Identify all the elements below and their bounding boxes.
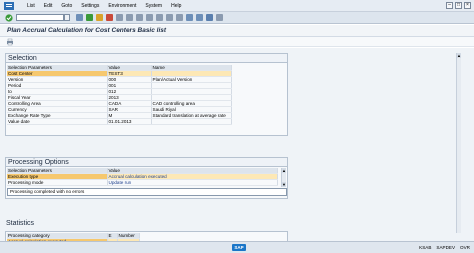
maximize-icon[interactable]: □ [455, 2, 462, 9]
status-transaction: KSAB [419, 245, 432, 250]
back-icon[interactable] [86, 14, 93, 21]
cell [151, 118, 232, 125]
selection-header: Selection [6, 54, 287, 63]
minimize-icon[interactable]: – [446, 2, 453, 9]
layout-icon[interactable] [216, 14, 223, 21]
menu-environment[interactable]: Environment [108, 3, 136, 9]
table-row[interactable]: Processing mode Update run [7, 179, 278, 186]
cell: 01.01.2013 [107, 118, 152, 125]
first-page-icon[interactable] [146, 14, 153, 21]
last-page-icon[interactable] [176, 14, 183, 21]
command-dropdown-icon[interactable] [64, 14, 70, 21]
status-system: SAPDEV [436, 245, 456, 250]
find-icon[interactable] [126, 14, 133, 21]
sap-logo: SAP [232, 244, 246, 251]
cancel-icon[interactable] [106, 14, 113, 21]
scroll-down-icon[interactable]: ▼ [282, 182, 286, 187]
title-bar: Plan Accrual Calculation for Cost Center… [0, 25, 474, 37]
previous-page-icon[interactable] [156, 14, 163, 21]
next-page-icon[interactable] [166, 14, 173, 21]
save-icon[interactable] [76, 14, 83, 21]
exit-icon[interactable] [96, 14, 103, 21]
help-icon[interactable] [206, 14, 213, 21]
processing-header: Processing Options [6, 158, 287, 167]
application-toolbar [0, 37, 474, 47]
cell: Processing mode [7, 179, 108, 186]
menu-goto[interactable]: Goto [61, 3, 72, 9]
cell-link[interactable]: Update run [107, 179, 278, 186]
menu-help[interactable]: Help [171, 3, 181, 9]
page-title: Plan Accrual Calculation for Cost Center… [7, 27, 167, 34]
processing-table: Selection Parameters Value Execution typ… [7, 168, 278, 186]
menu-settings[interactable]: Settings [81, 3, 99, 9]
printer-icon[interactable] [6, 38, 14, 46]
table-row[interactable]: Value date 01.01.2013 [7, 118, 232, 125]
scroll-up-icon[interactable]: ▲ [457, 53, 461, 58]
menu-system[interactable]: System [145, 3, 162, 9]
main-area: Selection Selection Parameters Value Nam… [0, 48, 474, 251]
menu-bar: List Edit Goto Settings Environment Syst… [0, 0, 474, 12]
cell: Standard translation at average rate [151, 112, 232, 119]
selection-table: Selection Parameters Value Name Cost Cen… [7, 65, 232, 125]
new-session-icon[interactable] [186, 14, 193, 21]
statistics-header: Statistics [6, 220, 35, 227]
find-next-icon[interactable] [136, 14, 143, 21]
vertical-scrollbar[interactable]: ▲ ▼ [281, 168, 286, 187]
enter-check-icon[interactable] [5, 13, 13, 22]
cell: Value date [7, 118, 108, 125]
close-icon[interactable]: × [464, 2, 471, 9]
main-vertical-scrollbar[interactable]: ▲ [456, 53, 461, 233]
processing-message: Processing completed with no errors [7, 188, 287, 196]
shortcut-icon[interactable] [196, 14, 203, 21]
processing-options-section: Processing Options Selection Parameters … [5, 157, 288, 199]
status-bar: SAP KSAB SAPDEV OVR [0, 241, 474, 253]
sap-menu-icon[interactable] [3, 1, 15, 11]
selection-section: Selection Selection Parameters Value Nam… [5, 53, 288, 136]
system-toolbar [0, 12, 474, 24]
scroll-up-icon[interactable]: ▲ [282, 168, 286, 173]
command-field[interactable] [16, 14, 64, 21]
menu-list[interactable]: List [27, 3, 35, 9]
menu-edit[interactable]: Edit [44, 3, 53, 9]
status-mode[interactable]: OVR [460, 245, 470, 250]
print-icon[interactable] [116, 14, 123, 21]
